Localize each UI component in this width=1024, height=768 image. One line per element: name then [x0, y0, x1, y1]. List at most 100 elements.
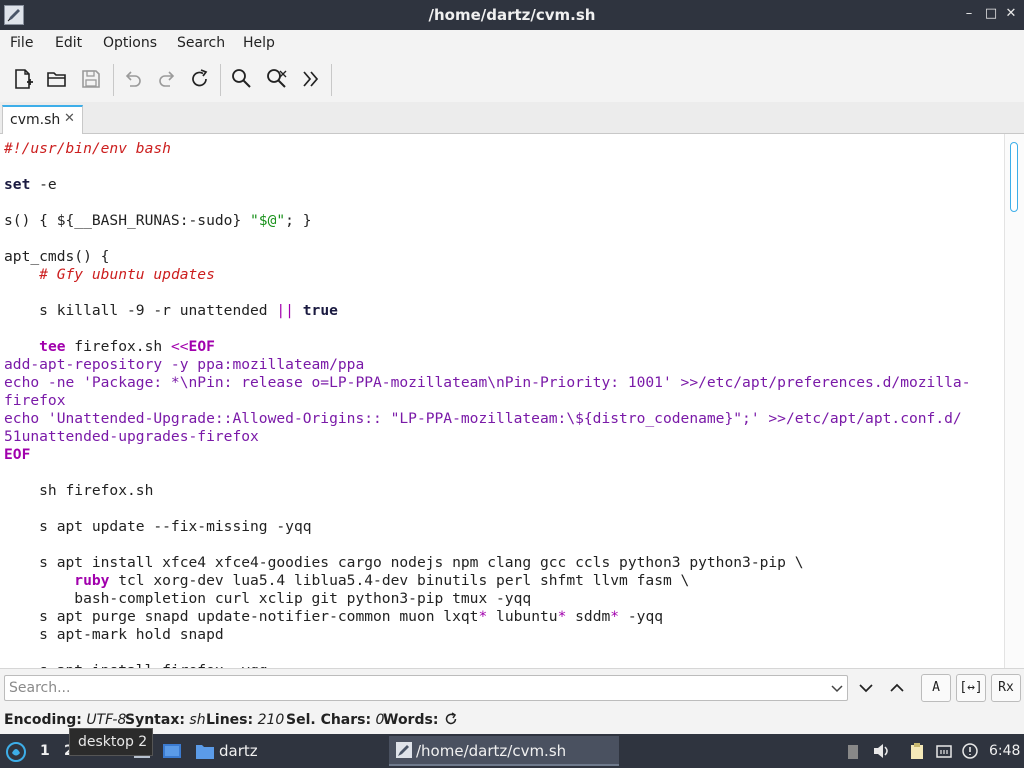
find-previous-icon[interactable]: [887, 678, 907, 698]
code-line: firefox: [4, 392, 1000, 410]
volume-icon[interactable]: [872, 742, 890, 760]
notification-icon[interactable]: [961, 742, 979, 760]
code-token: *: [610, 608, 620, 625]
code-line: EOF: [4, 446, 1000, 464]
title-bar: /home/dartz/cvm.sh – □ ✕: [0, 0, 1024, 30]
whole-word-button[interactable]: [↔]: [956, 674, 986, 702]
clock[interactable]: 6:48: [989, 743, 1020, 759]
clipboard-icon[interactable]: [908, 742, 926, 760]
scrollbar-thumb[interactable]: [1010, 142, 1018, 212]
code-token: *: [478, 608, 488, 625]
search-box[interactable]: [4, 675, 848, 701]
search-history-dropdown-icon[interactable]: [829, 680, 845, 696]
search-input[interactable]: [9, 678, 819, 698]
toolbar-separator: [220, 64, 221, 96]
code-token: apt_cmds() {: [4, 248, 110, 265]
code-token: s apt update --fix-missing -yqq: [4, 518, 312, 535]
undo-icon[interactable]: [120, 66, 146, 92]
desktop-tooltip: desktop 2: [69, 728, 153, 756]
vertical-scrollbar[interactable]: [1004, 134, 1024, 668]
close-window-button[interactable]: ✕: [1003, 6, 1019, 22]
taskbar: 1 2 dartz /home/dartz/cvm.sh 6:48: [0, 734, 1024, 768]
code-line: s killall -9 -r unattended || true: [4, 302, 1000, 320]
redo-icon[interactable]: [154, 66, 180, 92]
tab-cvm-sh[interactable]: cvm.sh ✕: [2, 105, 83, 135]
active-task-button[interactable]: /home/dartz/cvm.sh: [389, 736, 619, 766]
terminal-launcher-icon[interactable]: [162, 743, 182, 759]
code-token: EOF: [4, 446, 31, 463]
code-line: echo -ne 'Package: *\nPin: release o=LP-…: [4, 374, 1000, 392]
find-next-icon[interactable]: [856, 678, 876, 698]
code-token: #!/usr/bin/env bash: [4, 140, 171, 157]
folder-icon[interactable]: [195, 742, 215, 760]
code-token: s() { ${__BASH_RUNAS:-sudo}: [4, 212, 251, 229]
folder-task-label[interactable]: dartz: [219, 742, 258, 760]
code-line: ruby tcl xorg-dev lua5.4 liblua5.4-dev b…: [4, 572, 1000, 590]
toolbar: [0, 56, 1024, 102]
code-token: tee: [39, 338, 66, 355]
code-token: firefox: [4, 392, 66, 409]
menu-file[interactable]: File: [10, 35, 33, 51]
code-editor[interactable]: #!/usr/bin/env bash set -e s() { ${__BASH_…: [0, 134, 1024, 668]
toolbar-separator: [331, 64, 332, 96]
code-token: bash-completion curl xclip git python3-p…: [4, 590, 532, 607]
menu-options[interactable]: Options: [103, 35, 157, 51]
code-token: -yqq: [619, 608, 664, 625]
code-token: add-apt-repository -y ppa:mozillateam/pp…: [4, 356, 365, 373]
active-task-label: /home/dartz/cvm.sh: [416, 742, 567, 760]
code-token: ruby: [74, 572, 110, 589]
minimize-button[interactable]: –: [961, 6, 977, 22]
code-token: <<: [170, 338, 189, 355]
network-icon[interactable]: [935, 742, 953, 760]
code-token: 51unattended-upgrades-firefox: [4, 428, 259, 445]
maximize-button[interactable]: □: [983, 6, 999, 22]
open-folder-icon[interactable]: [44, 66, 70, 92]
desktop-1-button[interactable]: 1: [40, 743, 50, 759]
code-token: ||: [276, 302, 294, 319]
refresh-word-count-icon[interactable]: [444, 712, 458, 726]
code-line: s() { ${__BASH_RUNAS:-sudo} "$@"; }: [4, 212, 1000, 230]
save-icon[interactable]: [78, 66, 104, 92]
code-token: firefox.sh: [65, 338, 171, 355]
more-icon[interactable]: [298, 66, 324, 92]
code-token: s apt purge snapd update-notifier-common…: [4, 608, 479, 625]
code-token: EOF: [188, 338, 215, 355]
tab-label: cvm.sh: [10, 112, 61, 128]
code-token: "$@": [250, 212, 286, 229]
words-status: Words:: [383, 712, 439, 728]
reload-icon[interactable]: [187, 66, 213, 92]
trash-tray-icon[interactable]: [844, 742, 862, 760]
find-replace-icon[interactable]: [264, 66, 290, 92]
regex-button[interactable]: Rx: [991, 674, 1021, 702]
code-text: #!/usr/bin/env bash set -e s() { ${__BASH_…: [4, 140, 1000, 668]
code-line: #!/usr/bin/env bash: [4, 140, 1000, 158]
start-menu-icon[interactable]: [5, 741, 27, 763]
search-bar: A [↔] Rx: [0, 668, 1024, 706]
code-token: echo -ne 'Package: *\nPin: release o=LP-…: [4, 374, 971, 391]
menu-search[interactable]: Search: [177, 35, 225, 51]
code-token: true: [302, 302, 338, 319]
toolbar-separator: [113, 64, 114, 96]
selchars-status: Sel. Chars: 0: [286, 712, 385, 728]
new-file-icon[interactable]: [10, 66, 36, 92]
lines-status: Lines: 210: [206, 712, 285, 728]
tab-close-icon[interactable]: ✕: [64, 111, 75, 126]
code-token: s apt-mark hold snapd: [4, 626, 224, 643]
code-token: ; }: [285, 212, 312, 229]
match-case-button[interactable]: A: [921, 674, 951, 702]
code-line: s apt-mark hold snapd: [4, 626, 1000, 644]
menu-edit[interactable]: Edit: [55, 35, 82, 51]
menu-help[interactable]: Help: [243, 35, 275, 51]
code-token: echo 'Unattended-Upgrade::Allowed-Origin…: [4, 410, 962, 427]
find-icon[interactable]: [229, 66, 255, 92]
status-bar: Encoding: UTF-8 Syntax: sh Lines: 210 Se…: [0, 706, 1024, 734]
